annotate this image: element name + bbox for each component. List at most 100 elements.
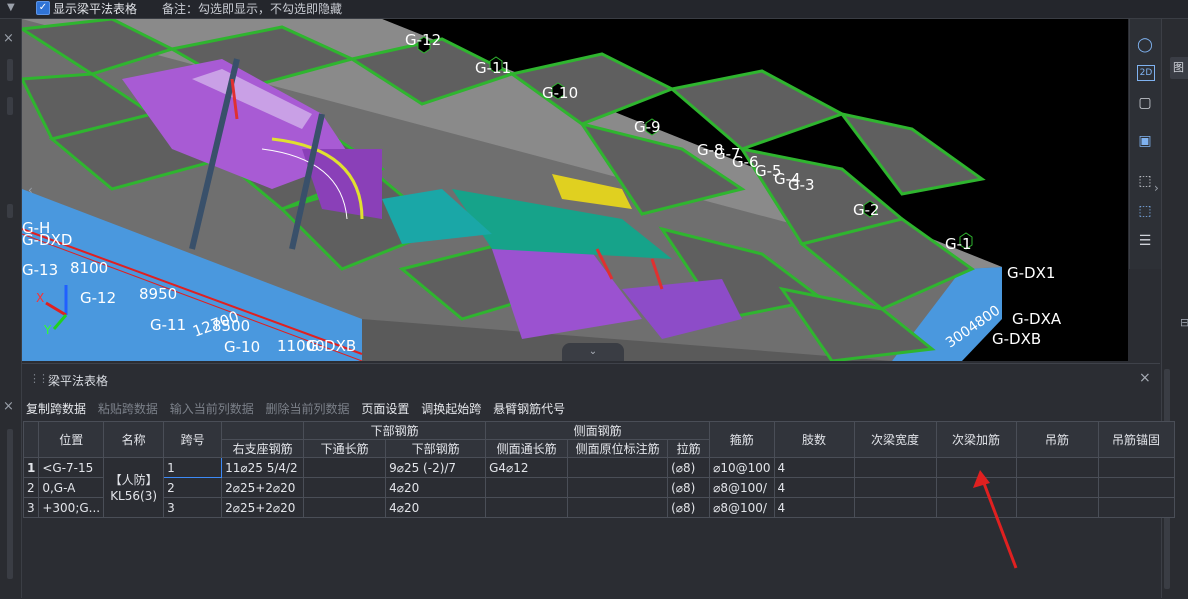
bottom-through-cell[interactable] (303, 497, 387, 518)
bottom-through-cell[interactable] (303, 457, 387, 478)
hanger-anchor-cell[interactable] (1097, 457, 1175, 478)
axis-label: G-9 (634, 118, 661, 136)
select-box-icon[interactable]: ⬚ (1135, 171, 1155, 191)
dimension-label: 8100 (70, 259, 109, 277)
header-name: 名称 (103, 421, 165, 458)
secondary-width-cell[interactable] (853, 477, 937, 498)
header-legs: 肢数 (773, 421, 855, 458)
right-dock-tab[interactable]: 图 (1170, 57, 1188, 79)
axis-label: G-DXD (22, 231, 73, 249)
tie-cell[interactable]: (⌀8) (667, 457, 711, 478)
side-origin-cell[interactable] (567, 457, 669, 478)
collapse-icon[interactable]: ⊟ (1180, 316, 1188, 329)
side-origin-cell[interactable] (567, 497, 669, 518)
row-index[interactable]: 1 (22, 457, 40, 478)
close-icon[interactable]: × (3, 399, 14, 414)
span-cell[interactable]: 1 (163, 457, 223, 478)
header-span-no: 跨号 (163, 421, 223, 458)
right-support-cell[interactable]: 11⌀25 5/4/2 (221, 457, 305, 478)
delete-column-data-button[interactable]: 删除当前列数据 (266, 402, 350, 416)
select-region-icon[interactable]: ⬚ (1135, 201, 1155, 221)
bottom-through-cell[interactable] (303, 477, 387, 498)
beam-name-line: 【人防】 (109, 472, 158, 487)
panel-title: 梁平法表格 (48, 374, 109, 388)
paste-span-data-button[interactable]: 粘贴跨数据 (98, 402, 158, 416)
model-3d-viewport[interactable]: G-12 G-11 G-10 G-9 G-8 G-7 G-6 G-5 G-4 G… (22, 19, 1128, 361)
close-icon[interactable]: × (1139, 370, 1151, 386)
side-through-cell[interactable] (485, 497, 569, 518)
header-side-through: 侧面通长筋 (485, 439, 569, 458)
dock-handle[interactable] (7, 59, 13, 81)
table-toolbar: 复制跨数据 粘贴跨数据 输入当前列数据 删除当前列数据 页面设置 调换起始跨 悬… (26, 400, 573, 418)
legs-cell[interactable]: 4 (773, 477, 855, 498)
legs-cell[interactable]: 4 (773, 457, 855, 478)
stirrup-cell[interactable]: ⌀8@100/ (709, 477, 775, 498)
legs-cell[interactable]: 4 (773, 497, 855, 518)
row-index[interactable]: 3 (22, 497, 40, 518)
header-secondary-width: 次梁宽度 (853, 421, 937, 458)
secondary-width-cell[interactable] (853, 497, 937, 518)
side-through-cell[interactable]: G4⌀12 (485, 457, 569, 478)
dimension-label: 8950 (139, 285, 178, 303)
axis-gizmo: X Y (36, 277, 86, 337)
dock-handle[interactable] (7, 97, 13, 115)
chevron-right-icon[interactable]: › (1154, 181, 1159, 195)
side-through-cell[interactable] (485, 477, 569, 498)
tie-cell[interactable]: (⌀8) (667, 477, 711, 498)
axis-label: G-10 (542, 84, 579, 102)
side-origin-cell[interactable] (567, 477, 669, 498)
bottom-rebar-cell[interactable]: 4⌀20 (385, 497, 487, 518)
tie-cell[interactable]: (⌀8) (667, 497, 711, 518)
stirrup-cell[interactable]: ⌀8@100/ (709, 497, 775, 518)
page-settings-button[interactable]: 页面设置 (361, 402, 409, 416)
swap-start-span-button[interactable]: 调换起始跨 (421, 402, 481, 416)
input-column-data-button[interactable]: 输入当前列数据 (170, 402, 254, 416)
hanger-anchor-cell[interactable] (1097, 477, 1175, 498)
chevron-left-icon[interactable]: ‹ (28, 183, 33, 197)
header-stirrup: 箍筋 (709, 421, 775, 458)
beam-name-cell[interactable]: 【人防】 KL56(3) (103, 457, 165, 518)
remark-text: 备注：勾选即显示，不勾选即隐藏 (162, 2, 343, 16)
collapse-panel-handle[interactable]: ⌄ (562, 343, 624, 361)
cantilever-rebar-code-button[interactable]: 悬臂钢筋代号 (493, 402, 565, 416)
position-cell[interactable]: +300;G... (38, 497, 105, 518)
position-cell[interactable]: 0,G-A (38, 477, 105, 498)
row-index[interactable]: 2 (22, 477, 40, 498)
cube-solid-icon[interactable]: ▣ (1135, 131, 1155, 151)
header-bottom-through: 下通长筋 (303, 439, 387, 458)
dock-handle[interactable] (7, 204, 13, 218)
copy-span-data-button[interactable]: 复制跨数据 (26, 402, 86, 416)
position-cell[interactable]: <G-7-15 (38, 457, 105, 478)
bottom-rebar-cell[interactable]: 9⌀25 (-2)/7 (385, 457, 487, 478)
cube-icon[interactable]: ▢ (1135, 93, 1155, 113)
bottom-rebar-cell[interactable]: 4⌀20 (385, 477, 487, 498)
hanger-anchor-cell[interactable] (1097, 497, 1175, 518)
show-beam-table-label[interactable]: 显示梁平法表格 (53, 0, 137, 17)
header-secondary-add: 次梁加筋 (935, 421, 1017, 458)
scrollbar[interactable] (7, 429, 13, 579)
view-2d-icon[interactable]: 2D (1137, 65, 1155, 81)
span-cell[interactable]: 2 (163, 477, 223, 498)
drag-grip-icon[interactable]: ⋮⋮ (29, 372, 49, 385)
right-support-cell[interactable]: 2⌀25+2⌀20 (221, 477, 305, 498)
axis-label: G-12 (405, 31, 442, 49)
header-side-group: 侧面钢筋 (485, 421, 711, 440)
header-position: 位置 (38, 421, 105, 458)
right-support-cell[interactable]: 2⌀25+2⌀20 (221, 497, 305, 518)
axis-label: G-DX1 (1007, 264, 1056, 282)
dimension-label: 8500 (212, 317, 251, 335)
building-model-render (22, 19, 1002, 361)
close-icon[interactable]: × (3, 31, 14, 46)
header-right-support-group (221, 421, 305, 440)
show-beam-table-checkbox[interactable]: ✓ (36, 1, 50, 15)
axis-y-label: Y (44, 323, 52, 337)
secondary-width-cell[interactable] (853, 457, 937, 478)
chevron-down-icon[interactable]: ▼ (7, 2, 15, 13)
span-cell[interactable]: 3 (163, 497, 223, 518)
axis-label: G-11 (475, 59, 512, 77)
properties-icon[interactable]: ☰ (1135, 231, 1155, 251)
orbit-icon[interactable]: ◯ (1135, 35, 1155, 55)
header-bottom-rebar: 下部钢筋 (385, 439, 487, 458)
header-bottom-group: 下部钢筋 (303, 421, 487, 440)
stirrup-cell[interactable]: ⌀10@100 (709, 457, 775, 478)
